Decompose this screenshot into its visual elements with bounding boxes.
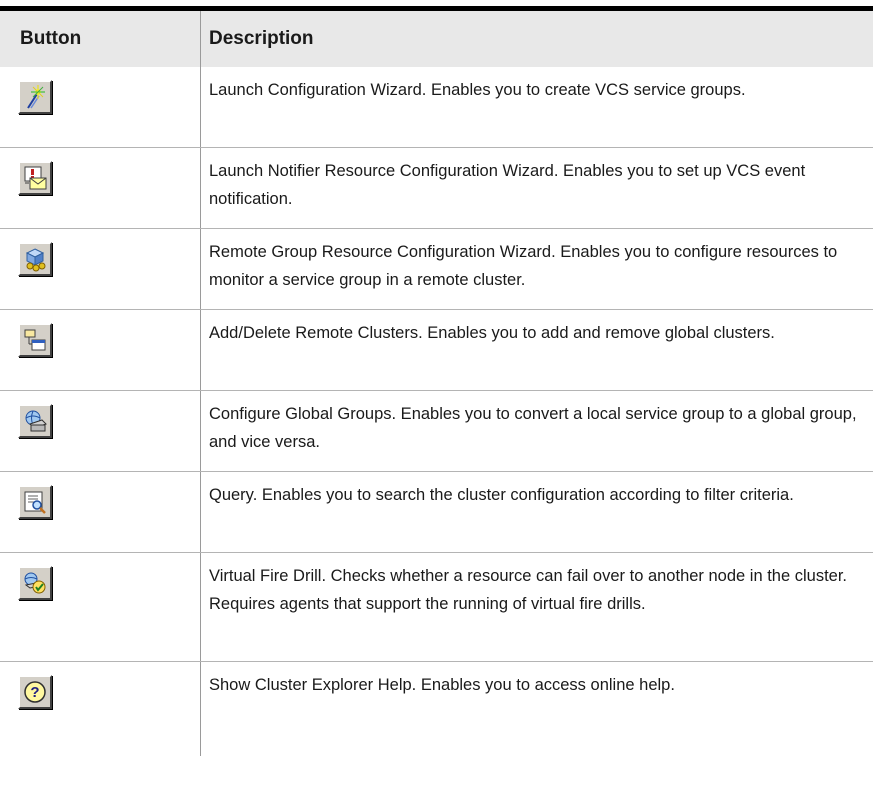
row-description: Remote Group Resource Configuration Wiza… xyxy=(200,229,873,309)
table-row: Configure Global Groups. Enables you to … xyxy=(0,391,873,472)
svg-text:?: ? xyxy=(30,684,39,701)
button-description-table: Button Description Launch Configuration … xyxy=(0,6,873,756)
help-icon[interactable]: ? xyxy=(18,675,52,709)
page: Button Description Launch Configuration … xyxy=(0,0,873,788)
global-groups-icon[interactable] xyxy=(18,404,52,438)
configuration-wizard-icon[interactable] xyxy=(18,80,52,114)
virtual-fire-drill-icon[interactable] xyxy=(18,566,52,600)
remote-group-wizard-icon[interactable] xyxy=(18,242,52,276)
table-row: ? Show Cluster Explorer Help. Enables yo… xyxy=(0,662,873,756)
table-row: Launch Notifier Resource Configuration W… xyxy=(0,148,873,229)
table-row: Virtual Fire Drill. Checks whether a res… xyxy=(0,553,873,662)
remote-clusters-icon[interactable] xyxy=(18,323,52,357)
notifier-wizard-icon[interactable] xyxy=(18,161,52,195)
table-row: Query. Enables you to search the cluster… xyxy=(0,472,873,553)
table-header: Button Description xyxy=(0,11,873,67)
table-row: Launch Configuration Wizard. Enables you… xyxy=(0,67,873,148)
row-description: Virtual Fire Drill. Checks whether a res… xyxy=(200,553,873,661)
row-description: Launch Notifier Resource Configuration W… xyxy=(200,148,873,228)
header-button: Button xyxy=(20,28,82,49)
row-description: Add/Delete Remote Clusters. Enables you … xyxy=(200,310,873,390)
table-row: Add/Delete Remote Clusters. Enables you … xyxy=(0,310,873,391)
row-description: Launch Configuration Wizard. Enables you… xyxy=(200,67,873,147)
row-description: Show Cluster Explorer Help. Enables you … xyxy=(200,662,873,756)
row-description: Query. Enables you to search the cluster… xyxy=(200,472,873,552)
header-description: Description xyxy=(200,11,873,67)
row-description: Configure Global Groups. Enables you to … xyxy=(200,391,873,471)
query-icon[interactable] xyxy=(18,485,52,519)
table-row: Remote Group Resource Configuration Wiza… xyxy=(0,229,873,310)
